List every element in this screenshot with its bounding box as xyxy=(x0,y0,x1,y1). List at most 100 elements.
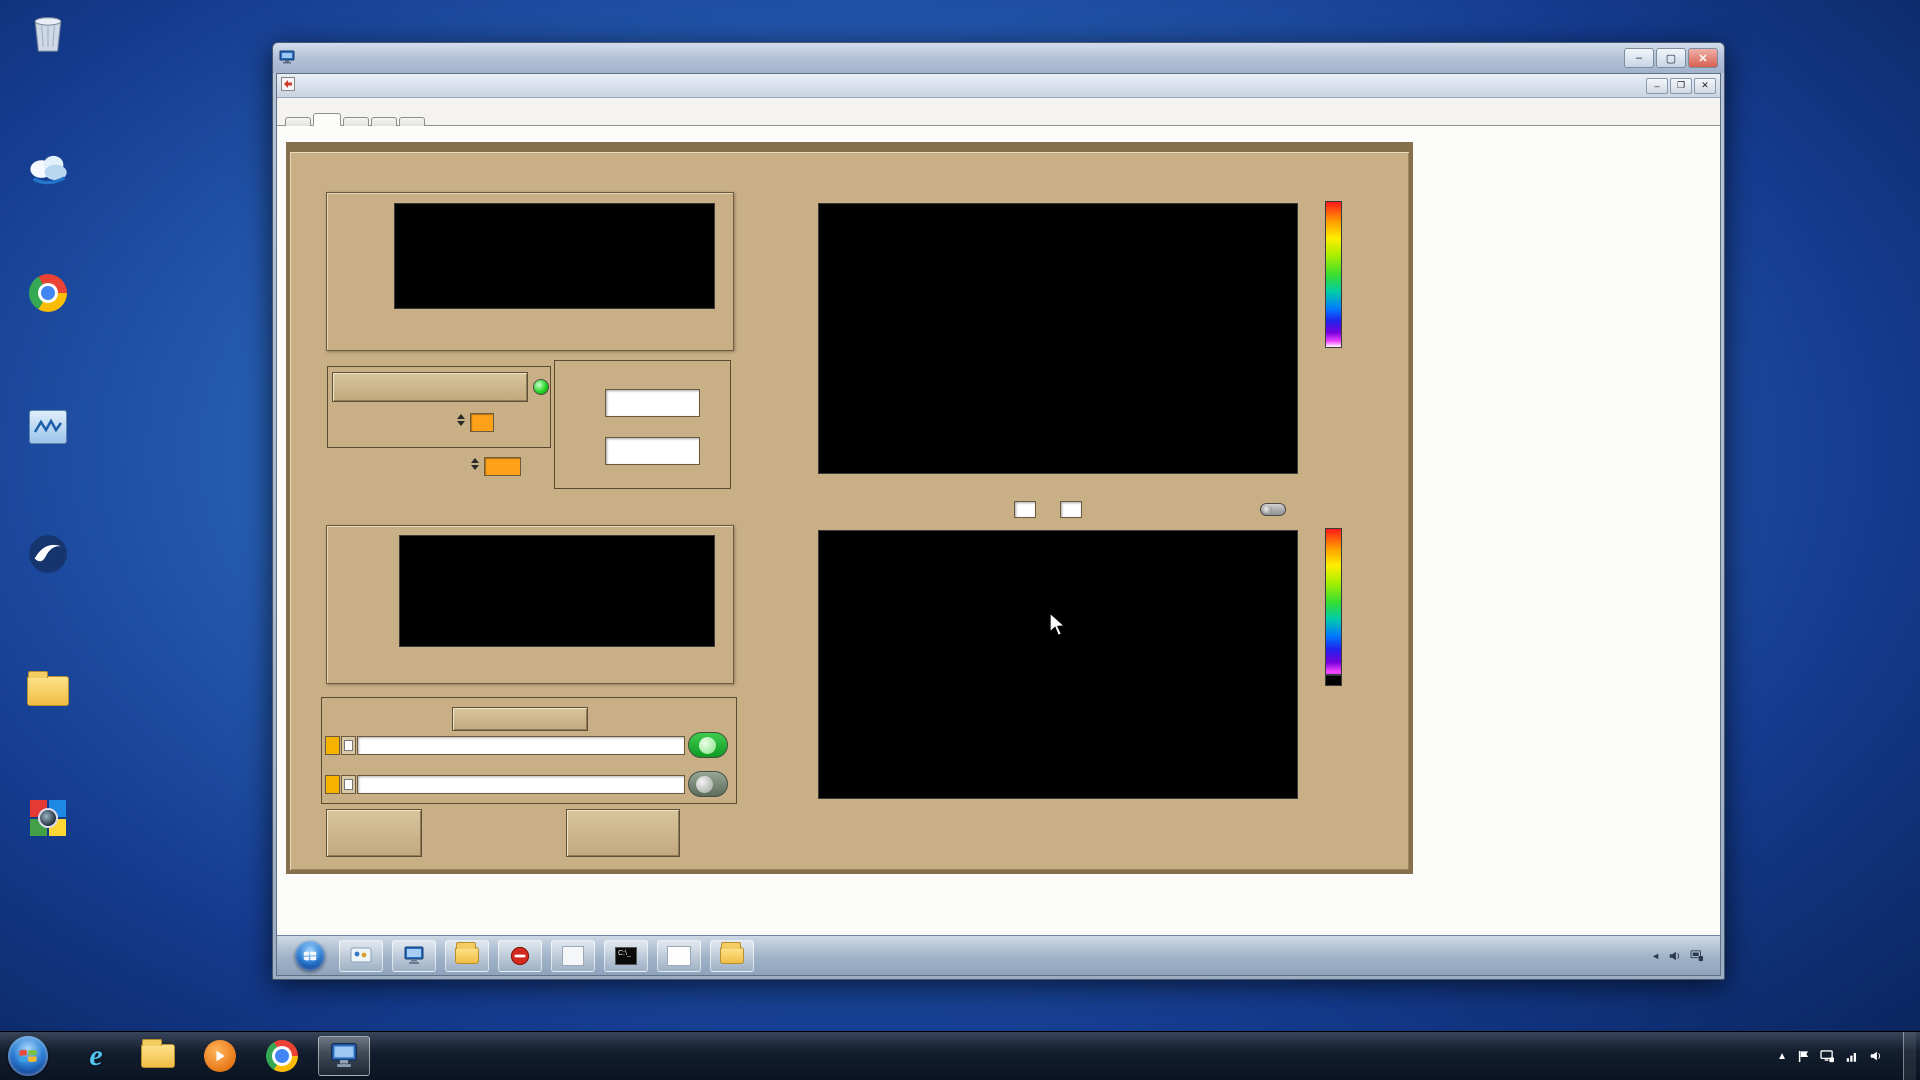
tab-content xyxy=(277,126,1720,935)
tab-temp-humidity[interactable] xyxy=(343,117,369,126)
backscatter-toggle-switch[interactable] xyxy=(1260,503,1286,516)
taskbar-item-remote-desktop[interactable] xyxy=(318,1036,370,1076)
taskbar-item-media-player[interactable] xyxy=(194,1036,246,1076)
processed-path-field[interactable] xyxy=(357,736,685,755)
backscatter-y-ticks xyxy=(777,199,815,478)
processed-browse-icon[interactable] xyxy=(341,736,356,755)
rays-in-background-field[interactable] xyxy=(470,413,494,432)
tray-display-icon[interactable] xyxy=(1820,1049,1835,1063)
data-logging-group xyxy=(321,697,737,804)
app-minimize-button[interactable]: – xyxy=(1646,77,1668,94)
raw-logging-toggle[interactable] xyxy=(688,771,728,797)
desktop-icon-bl-view[interactable] xyxy=(2,140,94,190)
system-tray: ▲ xyxy=(1777,1032,1920,1080)
tab-scheduling[interactable] xyxy=(371,117,397,126)
recycle-bin-icon xyxy=(31,8,65,54)
desktop-icon-autoscreen[interactable] xyxy=(2,660,94,710)
processed-drive-box[interactable] xyxy=(325,736,340,755)
desktop: – ▢ ✕ – ❐ ✕ C:\_ ◄ e ▲ xyxy=(0,0,1920,1080)
explorer-folder-icon xyxy=(141,1039,175,1068)
doppler-colorbar[interactable] xyxy=(1325,528,1342,675)
remote-taskbar-item-explorer[interactable] xyxy=(710,939,754,972)
mw41-icon xyxy=(29,398,67,444)
remote-taskbar-item-stop[interactable] xyxy=(498,939,542,972)
rdp-client-area: – ❐ ✕ C:\_ ◄ xyxy=(276,73,1721,976)
backscatter-canvas[interactable] xyxy=(818,203,1298,474)
remote-taskbar-item-xr-vi[interactable] xyxy=(551,939,595,972)
taskbar-item-internet-explorer[interactable]: e xyxy=(70,1036,122,1076)
snr-threshold-field[interactable] xyxy=(484,457,521,476)
average-count-field[interactable] xyxy=(1060,501,1082,518)
backscatter-colorbar[interactable] xyxy=(1325,201,1342,348)
tab-real-time-data[interactable] xyxy=(313,113,341,126)
remote-network-icon[interactable] xyxy=(1690,949,1704,962)
taskbar-item-explorer[interactable] xyxy=(132,1036,184,1076)
tray-flag-icon[interactable] xyxy=(1797,1050,1810,1063)
desktop-icon-mw41[interactable] xyxy=(2,398,94,448)
ascope-y-ticks xyxy=(355,199,391,313)
snr-spinner[interactable] xyxy=(470,458,480,470)
rdp-titlebar[interactable]: – ▢ ✕ xyxy=(273,43,1724,73)
ascope-canvas[interactable] xyxy=(394,203,715,309)
remote-taskbar-item-folders[interactable] xyxy=(445,939,489,972)
change-lidar-settings-button[interactable] xyxy=(566,809,680,857)
velocity-plot xyxy=(326,525,734,684)
average-number-field[interactable] xyxy=(1014,501,1036,518)
desktop-icon-google-chrome[interactable] xyxy=(2,266,94,316)
app-close-button[interactable]: ✕ xyxy=(1694,77,1716,94)
minimize-button[interactable]: – xyxy=(1624,48,1654,68)
processed-logging-toggle[interactable] xyxy=(688,732,728,758)
chrome-taskbar-icon xyxy=(266,1040,298,1072)
doppler-canvas[interactable] xyxy=(818,530,1298,799)
remote-desktop-icon xyxy=(331,1043,357,1067)
rdp-icon xyxy=(279,50,295,67)
taskbar: e ▲ xyxy=(0,1031,1920,1080)
desktop-icon-auto-screen-capture[interactable] xyxy=(2,790,94,840)
show-desktop-button[interactable] xyxy=(1903,1032,1916,1080)
desktop-icon-recycle-bin[interactable] xyxy=(2,8,94,58)
app-restore-button[interactable]: ❐ xyxy=(1670,77,1692,94)
scan-sched-icon xyxy=(667,945,691,966)
remote-taskbar-item-command-prompt[interactable]: C:\_ xyxy=(604,939,648,972)
raw-drive-box[interactable] xyxy=(325,775,340,794)
chrome-icon xyxy=(29,266,67,312)
remote-start-button[interactable] xyxy=(295,940,325,971)
cloud-icon xyxy=(26,140,70,186)
screen-capture-icon xyxy=(30,790,66,836)
stop-software-button[interactable] xyxy=(326,809,422,857)
rdp-window: – ▢ ✕ – ❐ ✕ C:\_ ◄ xyxy=(272,42,1725,980)
start-button[interactable] xyxy=(8,1036,48,1076)
tray-expand-icon[interactable]: ▲ xyxy=(1777,1051,1787,1062)
remote-taskbar-item-paint[interactable] xyxy=(339,939,383,972)
tray-volume-icon[interactable] xyxy=(1869,1049,1883,1063)
doppler-y-ticks xyxy=(777,526,815,803)
remote-taskbar: C:\_ ◄ xyxy=(277,935,1720,975)
close-button[interactable]: ✕ xyxy=(1688,48,1718,68)
app-titlebar[interactable]: – ❐ ✕ xyxy=(277,74,1720,98)
tab-wind-profile[interactable] xyxy=(399,117,425,126)
maximize-button[interactable]: ▢ xyxy=(1656,48,1686,68)
wind-lidar-icon xyxy=(28,528,68,574)
remote-tray-expand-icon[interactable]: ◄ xyxy=(1651,951,1660,961)
taskbar-item-chrome[interactable] xyxy=(256,1036,308,1076)
restart-processed-file-button[interactable] xyxy=(452,707,588,731)
remote-volume-icon[interactable] xyxy=(1668,949,1682,963)
tray-network-icon[interactable] xyxy=(1845,1050,1859,1063)
tab-system-setup[interactable] xyxy=(285,117,311,126)
scanner-position-group xyxy=(554,360,731,489)
xr-vi-icon xyxy=(562,945,584,966)
desktop-icon-wind-lidar[interactable] xyxy=(2,528,94,578)
instrument-panel xyxy=(286,142,1413,874)
el-field[interactable] xyxy=(605,437,700,465)
az-field[interactable] xyxy=(605,389,700,417)
raw-path-field[interactable] xyxy=(357,775,685,794)
remote-taskbar-item-scan-sched[interactable] xyxy=(657,939,701,972)
velocity-canvas[interactable] xyxy=(399,535,715,647)
raw-browse-icon[interactable] xyxy=(341,775,356,794)
mouse-cursor xyxy=(1049,612,1067,637)
doppler-colorbar-underflow xyxy=(1325,675,1342,686)
rays-spinner[interactable] xyxy=(456,414,466,426)
remote-taskbar-item-display[interactable] xyxy=(392,939,436,972)
renew-background-button[interactable] xyxy=(332,372,528,402)
remote-system-tray: ◄ xyxy=(1651,936,1712,975)
